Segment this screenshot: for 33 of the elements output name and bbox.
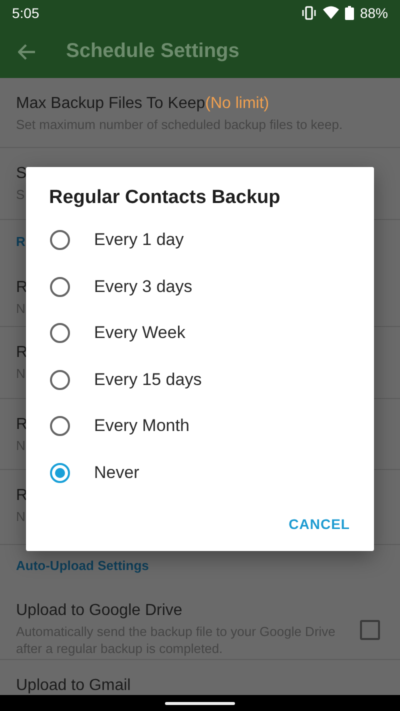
- radio-button[interactable]: [50, 323, 70, 344]
- setting-title: R: [16, 279, 28, 296]
- home-indicator[interactable]: [165, 702, 235, 704]
- battery-icon: [344, 6, 354, 20]
- setting-value: (No limit): [205, 95, 270, 112]
- vibrate-icon: [300, 6, 317, 20]
- section-header: Auto-Upload Settings: [16, 558, 149, 572]
- setting-title: S: [16, 165, 27, 182]
- radio-button[interactable]: [50, 230, 70, 250]
- option-label[interactable]: Never: [94, 462, 140, 483]
- radio-button[interactable]: [50, 370, 70, 390]
- option-label[interactable]: Every Week: [94, 323, 186, 344]
- option-label[interactable]: Every 1 day: [94, 230, 184, 250]
- checkbox[interactable]: [360, 620, 380, 640]
- battery-percent: 88%: [360, 4, 388, 20]
- setting-title: Max Backup Files To Keep: [16, 95, 206, 112]
- setting-title: R: [16, 487, 28, 504]
- setting-title: R: [16, 344, 28, 361]
- clock-time: 5:05: [12, 4, 40, 20]
- wifi-icon: [322, 6, 339, 19]
- option-label[interactable]: Every 15 days: [94, 370, 202, 390]
- setting-title: Upload to Gmail: [16, 677, 131, 694]
- option-label[interactable]: Every 3 days: [94, 276, 192, 297]
- setting-title: Upload to Google Drive: [16, 602, 182, 619]
- section-header: R: [16, 234, 26, 248]
- option-label[interactable]: Every Month: [94, 416, 190, 436]
- radio-button[interactable]: [50, 276, 70, 297]
- setting-title: R: [16, 416, 28, 433]
- back-arrow-icon[interactable]: [18, 44, 36, 60]
- radio-button[interactable]: [50, 462, 70, 483]
- screen-title: Schedule Settings: [66, 40, 240, 63]
- radio-button[interactable]: [50, 416, 70, 436]
- dialog-title: Regular Contacts Backup: [49, 187, 282, 209]
